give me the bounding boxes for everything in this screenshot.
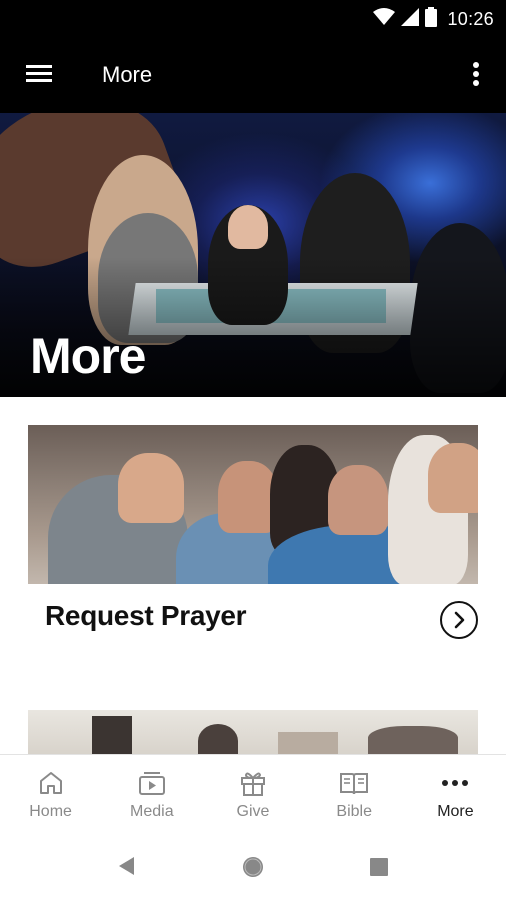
- hero-photo-figure: [228, 205, 268, 249]
- nav-item-bible[interactable]: Bible: [304, 755, 405, 834]
- nav-label-media: Media: [130, 803, 174, 820]
- nav-item-home[interactable]: Home: [0, 755, 101, 834]
- gift-icon: [238, 768, 268, 798]
- battery-icon: [425, 7, 438, 32]
- hero-title: More: [30, 328, 146, 384]
- card-photo-figure: [118, 453, 184, 523]
- chevron-right-circle-icon: [454, 611, 465, 629]
- card-photo-figure: [92, 716, 132, 754]
- status-bar: 10:26: [0, 0, 506, 37]
- nav-item-more[interactable]: More: [405, 755, 506, 834]
- card-photo-figure: [328, 465, 388, 535]
- nav-item-give[interactable]: Give: [202, 755, 303, 834]
- back-icon[interactable]: [118, 856, 136, 881]
- next-card-image[interactable]: [28, 710, 478, 754]
- request-prayer-image[interactable]: [28, 425, 478, 584]
- card-photo-figure: [218, 461, 278, 533]
- recents-icon[interactable]: [370, 858, 388, 881]
- card-photo-figure: [198, 724, 238, 754]
- bottom-nav: Home Media Give Bible More: [0, 754, 506, 834]
- system-nav-bar: [0, 834, 506, 900]
- card-photo-figure: [368, 726, 458, 754]
- bible-icon: [339, 768, 369, 798]
- nav-item-media[interactable]: Media: [101, 755, 202, 834]
- media-icon: [137, 768, 167, 798]
- status-icons: 10:26: [373, 7, 494, 32]
- app-title: More: [102, 62, 153, 87]
- nav-label-home: Home: [29, 803, 72, 820]
- card-photo-figure: [278, 732, 338, 754]
- overflow-menu-button[interactable]: [464, 59, 488, 91]
- home-circle-icon[interactable]: [241, 855, 265, 884]
- card-photo-figure: [428, 443, 478, 513]
- more-horizontal-icon: [440, 768, 470, 798]
- app-bar: More: [0, 37, 506, 113]
- status-time: 10:26: [447, 9, 494, 29]
- nav-label-more: More: [437, 803, 474, 820]
- hero-banner: More: [0, 113, 506, 397]
- more-vertical-icon: [473, 62, 479, 86]
- nav-label-give: Give: [236, 803, 270, 820]
- wifi-icon: [373, 8, 396, 31]
- request-prayer-title[interactable]: Request Prayer: [45, 600, 247, 632]
- request-prayer-chevron-button[interactable]: [440, 601, 478, 639]
- hamburger-menu-icon: [26, 65, 52, 82]
- home-icon: [36, 768, 66, 798]
- menu-button[interactable]: [24, 61, 56, 89]
- signal-icon: [401, 8, 420, 31]
- nav-label-bible: Bible: [336, 803, 372, 820]
